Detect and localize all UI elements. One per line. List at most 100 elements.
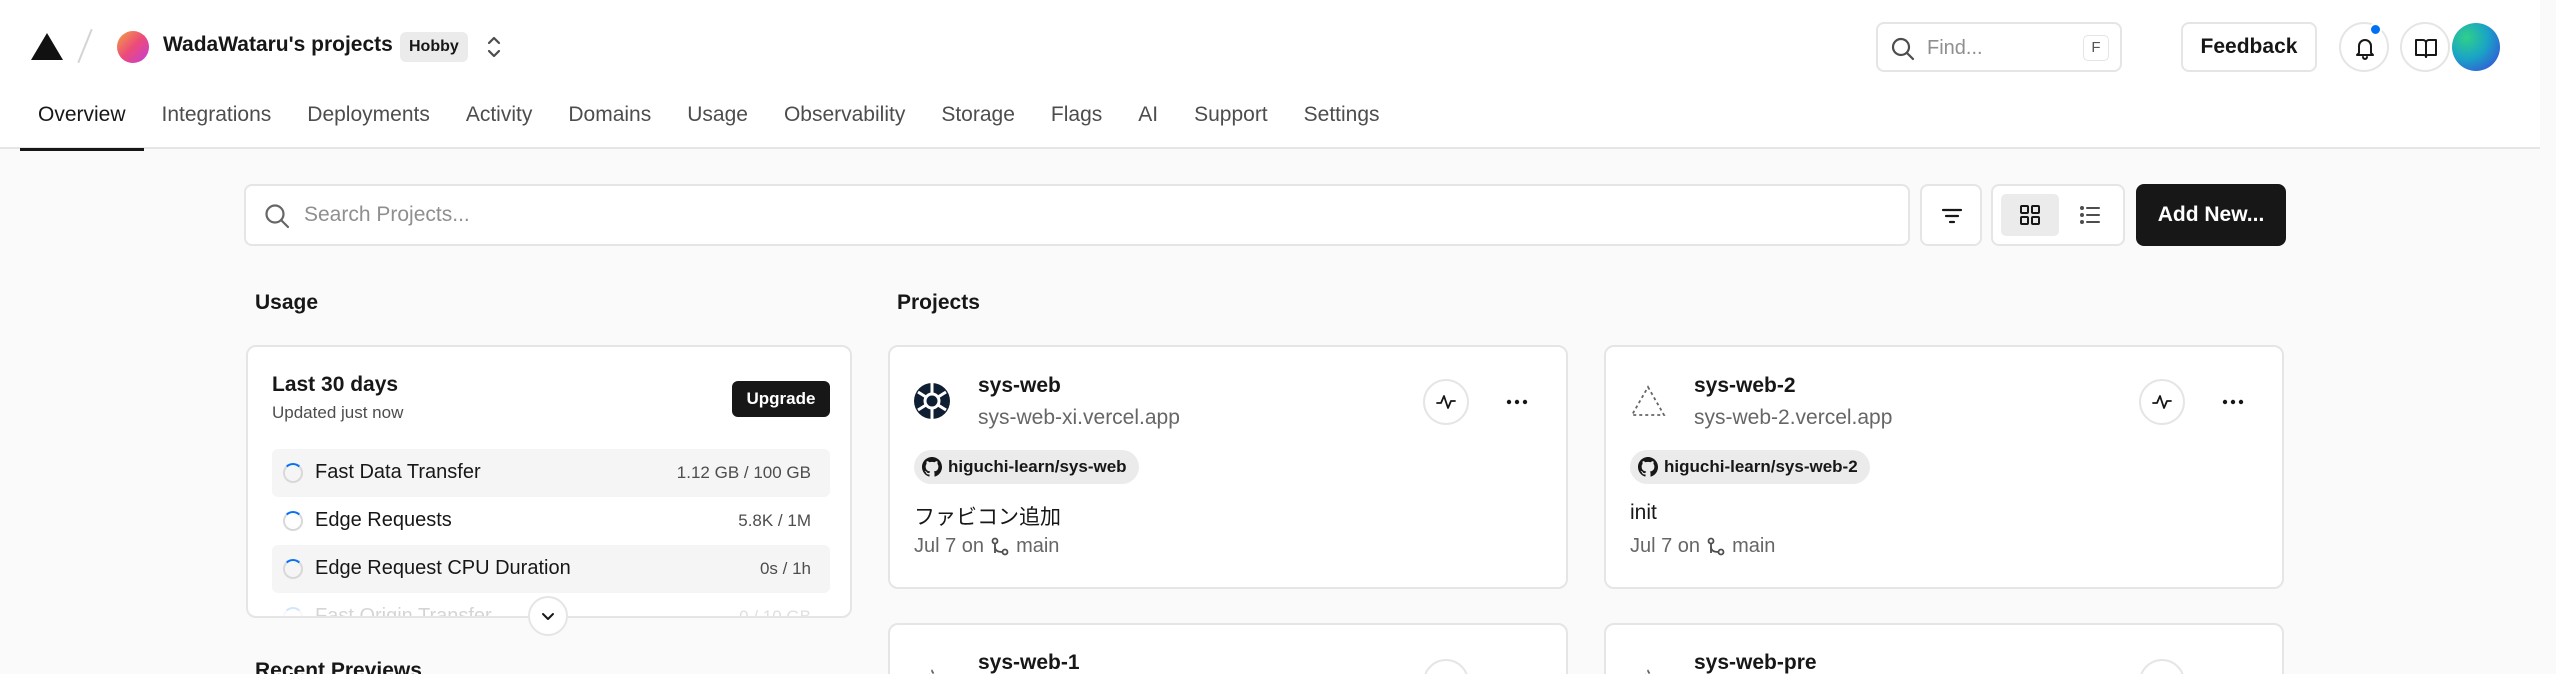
commit-meta: Jul 7 on main xyxy=(914,535,1059,558)
more-options-button[interactable] xyxy=(1495,380,1539,424)
projects-heading: Projects xyxy=(897,291,980,314)
usage-metric-value: 1.12 GB / 100 GB xyxy=(676,463,811,482)
find-input[interactable]: Find... F xyxy=(1876,22,2122,72)
activity-button[interactable] xyxy=(2139,659,2185,674)
commit-date: Jul 7 on xyxy=(914,535,985,557)
recent-previews-heading: Recent Previews xyxy=(255,659,422,674)
git-branch-icon xyxy=(1707,537,1725,555)
bell-icon xyxy=(2356,39,2374,60)
commit-message: ファビコン追加 xyxy=(914,506,1061,529)
commit-meta: Jul 7 on main xyxy=(1630,535,1775,558)
usage-progress-icon xyxy=(283,559,303,579)
search-icon xyxy=(265,204,290,229)
repository-badge[interactable]: higuchi-learn/sys-web-2 xyxy=(1630,450,1870,484)
tab-support[interactable]: Support xyxy=(1176,100,1286,149)
project-triangle-icon xyxy=(1645,669,1651,674)
commit-date: Jul 7 on xyxy=(1630,535,1701,557)
repository-name: higuchi-learn/sys-web-2 xyxy=(1664,457,1858,476)
commit-message: init xyxy=(1630,501,1657,524)
more-options-button[interactable] xyxy=(2211,380,2255,424)
project-name[interactable]: sys-web-1 xyxy=(978,651,1080,674)
tab-usage[interactable]: Usage xyxy=(669,100,766,149)
project-favicon-icon xyxy=(914,383,950,419)
grid-icon xyxy=(2020,205,2040,225)
project-card[interactable]: sys-web sys-web-xi.vercel.app higuchi-le… xyxy=(888,345,1568,589)
usage-period: Last 30 days xyxy=(272,373,399,396)
upgrade-button[interactable]: Upgrade xyxy=(732,381,830,417)
usage-metric-value: 5.8K / 1M xyxy=(738,511,811,530)
usage-progress-icon xyxy=(283,463,303,483)
docs-button[interactable] xyxy=(2400,22,2450,72)
project-card[interactable]: sys-web-pre xyxy=(1604,623,2284,674)
filter-icon xyxy=(1941,208,1963,224)
tab-settings[interactable]: Settings xyxy=(1286,100,1398,149)
tab-domains[interactable]: Domains xyxy=(550,100,669,149)
activity-button[interactable] xyxy=(2139,379,2185,425)
main-tabs: Overview Integrations Deployments Activi… xyxy=(20,100,1398,151)
project-url[interactable]: sys-web-2.vercel.app xyxy=(1694,406,1892,430)
search-projects-input[interactable] xyxy=(304,196,1804,234)
list-view-button[interactable] xyxy=(2061,194,2119,236)
usage-metric-name: Fast Data Transfer xyxy=(315,461,481,483)
github-icon xyxy=(1638,457,1658,477)
expand-usage-button[interactable] xyxy=(528,596,568,636)
more-horizontal-icon xyxy=(2222,399,2244,405)
activity-icon xyxy=(2152,395,2172,409)
project-triangle-icon xyxy=(1630,385,1666,416)
find-shortcut-key: F xyxy=(2083,35,2109,61)
grid-view-button[interactable] xyxy=(2001,194,2059,236)
notification-indicator xyxy=(2369,23,2382,36)
usage-metric-value: 0s / 1h xyxy=(759,559,811,578)
project-search xyxy=(244,184,1910,246)
usage-metric-name: Edge Requests xyxy=(315,509,452,531)
more-horizontal-icon xyxy=(1506,399,1528,405)
usage-metric-name: Edge Request CPU Duration xyxy=(315,557,571,579)
tab-ai[interactable]: AI xyxy=(1120,100,1176,149)
project-card[interactable]: sys-web-2 sys-web-2.vercel.app higuchi-l… xyxy=(1604,345,2284,589)
project-name[interactable]: sys-web-pre xyxy=(1694,651,1817,674)
book-icon xyxy=(2415,39,2437,58)
tab-observability[interactable]: Observability xyxy=(766,100,923,149)
tab-integrations[interactable]: Integrations xyxy=(144,100,290,149)
project-name[interactable]: sys-web xyxy=(978,374,1061,398)
branch-name: main xyxy=(1016,535,1060,557)
view-toggle xyxy=(1991,184,2125,246)
tab-overview[interactable]: Overview xyxy=(20,100,144,151)
usage-card: Last 30 days Updated just now Upgrade Fa… xyxy=(246,345,852,618)
team-name[interactable]: WadaWataru's projects xyxy=(163,33,393,57)
tab-deployments[interactable]: Deployments xyxy=(289,100,448,149)
search-icon xyxy=(1891,37,1915,61)
usage-heading: Usage xyxy=(255,291,319,314)
repository-name: higuchi-learn/sys-web xyxy=(948,457,1127,476)
top-navigation: WadaWataru's projects Hobby Find... F Fe… xyxy=(0,0,2540,151)
tab-activity[interactable]: Activity xyxy=(448,100,551,149)
usage-row[interactable]: Edge Requests 5.8K / 1M xyxy=(272,497,830,545)
activity-button[interactable] xyxy=(1423,659,1469,674)
github-icon xyxy=(922,457,942,477)
chevron-up-down-icon[interactable] xyxy=(484,34,504,60)
project-name[interactable]: sys-web-2 xyxy=(1694,374,1796,398)
branch-name: main xyxy=(1732,535,1776,557)
repository-badge[interactable]: higuchi-learn/sys-web xyxy=(914,450,1139,484)
usage-progress-icon xyxy=(283,607,303,616)
tab-storage[interactable]: Storage xyxy=(923,100,1033,149)
project-url[interactable]: sys-web-xi.vercel.app xyxy=(978,406,1180,430)
usage-metric-name: Fast Origin Transfer xyxy=(315,605,492,618)
add-new-button[interactable]: Add New... xyxy=(2136,184,2286,246)
chevron-down-icon xyxy=(542,613,554,620)
usage-row[interactable]: Edge Request CPU Duration 0s / 1h xyxy=(272,545,830,593)
team-avatar[interactable] xyxy=(117,31,149,63)
list-icon xyxy=(2080,206,2100,224)
usage-updated: Updated just now xyxy=(272,403,404,422)
activity-button[interactable] xyxy=(1423,379,1469,425)
user-avatar[interactable] xyxy=(2452,23,2500,71)
project-triangle-icon xyxy=(929,669,935,674)
usage-progress-icon xyxy=(283,511,303,531)
vercel-logo[interactable] xyxy=(31,33,63,60)
git-branch-icon xyxy=(991,537,1009,555)
project-card[interactable]: sys-web-1 xyxy=(888,623,1568,674)
filter-button[interactable] xyxy=(1920,184,1982,246)
feedback-button[interactable]: Feedback xyxy=(2181,22,2317,72)
tab-flags[interactable]: Flags xyxy=(1033,100,1120,149)
usage-row[interactable]: Fast Data Transfer 1.12 GB / 100 GB xyxy=(272,449,830,497)
